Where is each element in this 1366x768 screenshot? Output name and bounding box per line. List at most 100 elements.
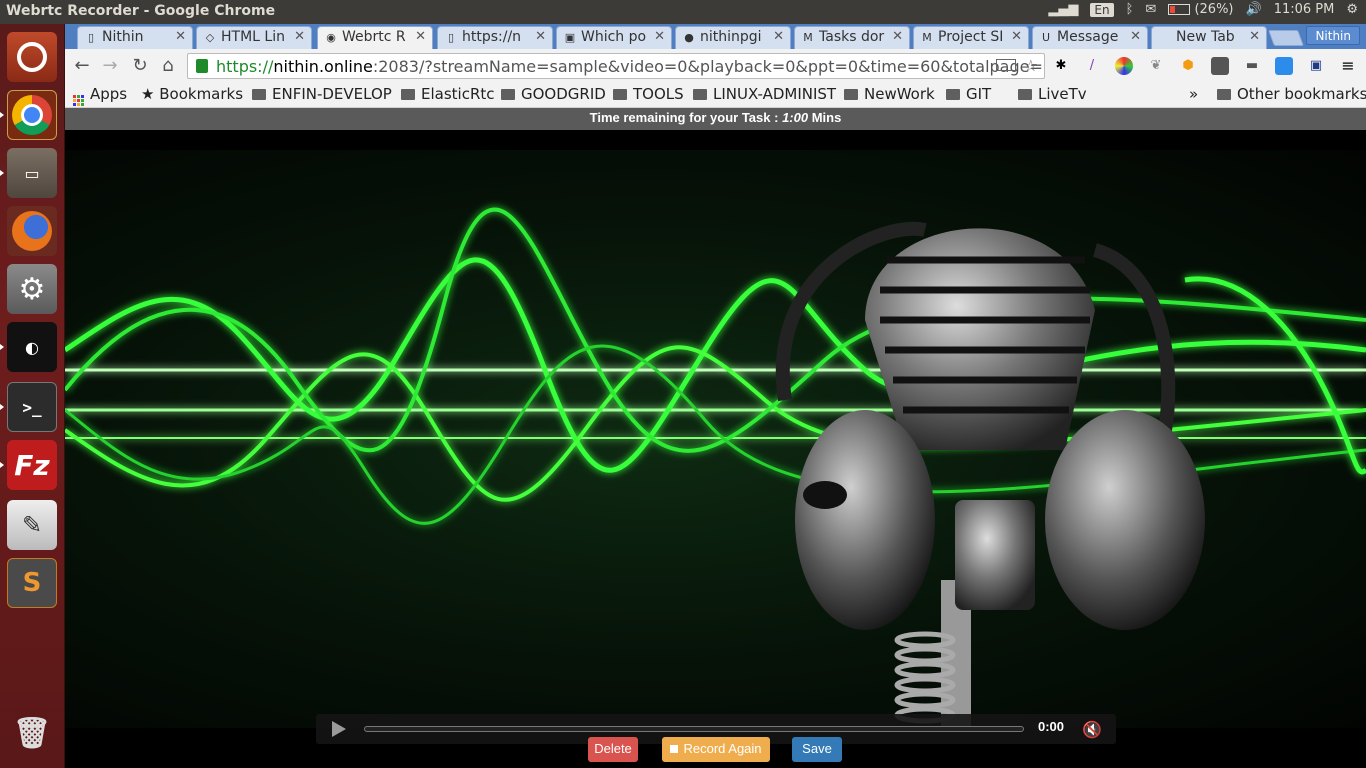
upwork-icon: U xyxy=(1041,31,1051,44)
tab[interactable]: ● nithinpgi ✕ xyxy=(675,26,791,49)
leaf-extension-icon[interactable]: ❦ xyxy=(1147,57,1165,75)
chrome-icon[interactable] xyxy=(7,90,57,140)
monitor-extension-icon[interactable]: ▬ xyxy=(1243,57,1261,75)
seek-bar[interactable] xyxy=(364,726,1024,732)
sublime-icon[interactable]: S xyxy=(7,558,57,608)
new-tab-button[interactable] xyxy=(1268,30,1304,46)
folder-icon xyxy=(1018,89,1032,100)
tab-label: nithinpgi xyxy=(700,29,762,45)
delete-button[interactable]: Delete xyxy=(588,737,638,762)
close-tab-icon[interactable]: ✕ xyxy=(175,29,186,44)
tab[interactable]: M Tasks dor ✕ xyxy=(794,26,910,49)
url-path: :2083/?streamName=sample&video=0&playbac… xyxy=(372,57,1045,76)
tab[interactable]: New Tab ✕ xyxy=(1151,26,1267,49)
bookmark-label: Other bookmarks xyxy=(1237,85,1366,103)
record-again-label: Record Again xyxy=(683,741,762,756)
running-indicator xyxy=(0,344,4,350)
bookmark-folder[interactable]: NewWork xyxy=(844,85,935,103)
dark-extension-icon[interactable] xyxy=(1211,57,1229,75)
mute-icon[interactable]: 🔇 xyxy=(1082,720,1102,739)
volume-icon[interactable]: 🔊 xyxy=(1246,2,1262,17)
bookmark-star-icon[interactable]: ☆ xyxy=(1024,56,1038,75)
terminal-icon[interactable]: >_ xyxy=(7,382,57,432)
gallery-extension-icon[interactable]: ▣ xyxy=(1307,57,1325,75)
clock[interactable]: 11:06 PM xyxy=(1274,2,1335,17)
close-tab-icon[interactable]: ✕ xyxy=(654,29,665,44)
keyboard-language[interactable]: En xyxy=(1090,2,1114,17)
battery-icon xyxy=(1168,4,1191,15)
home-icon[interactable]: ⌂ xyxy=(157,55,179,77)
bookmark-folder[interactable]: GOODGRID xyxy=(501,85,606,103)
close-tab-icon[interactable]: ✕ xyxy=(892,29,903,44)
bookmark-apps[interactable]: Apps xyxy=(73,85,127,106)
bookmark-folder[interactable]: LINUX-ADMINIST xyxy=(693,85,836,103)
color-picker-extension-icon[interactable] xyxy=(1115,57,1133,75)
address-bar[interactable]: https://nithin.online:2083/?streamName=s… xyxy=(187,53,1045,79)
bookmark-other[interactable]: Other bookmarks xyxy=(1217,85,1366,103)
system-tray: ▂▄▆ En ᛒ ✉ (26%) 🔊 11:06 PM ⚙ xyxy=(1048,2,1358,17)
tab-label: Webrtc R xyxy=(342,29,406,45)
files-icon[interactable]: ▭ xyxy=(7,148,57,198)
close-tab-icon[interactable]: ✕ xyxy=(294,29,305,44)
messenger-extension-icon[interactable] xyxy=(1275,57,1293,75)
play-icon[interactable] xyxy=(332,721,346,737)
cf-icon: ▣ xyxy=(564,31,576,44)
tab-label: Tasks dor xyxy=(819,29,885,45)
running-indicator xyxy=(0,170,4,176)
camera-icon[interactable] xyxy=(996,59,1016,71)
inkscape-icon[interactable]: ◐ xyxy=(7,322,57,372)
url-scheme: https:// xyxy=(216,57,274,76)
bookmark-folder[interactable]: TOOLS xyxy=(613,85,684,103)
bookmark-label: NewWork xyxy=(864,85,935,103)
tab[interactable]: ◉ Webrtc R ✕ xyxy=(317,26,433,49)
tab[interactable]: ▯ https://n ✕ xyxy=(437,26,553,49)
bluetooth-icon[interactable]: ᛒ xyxy=(1126,2,1134,17)
current-time: 0:00 xyxy=(1038,719,1065,734)
close-tab-icon[interactable]: ✕ xyxy=(535,29,546,44)
bookmark-label: GIT xyxy=(966,85,992,103)
battery-indicator[interactable]: (26%) xyxy=(1168,2,1234,17)
close-tab-icon[interactable]: ✕ xyxy=(1011,29,1022,44)
reload-icon[interactable]: ↻ xyxy=(129,55,151,77)
webrtc-icon: ◉ xyxy=(326,31,336,44)
firefox-icon[interactable] xyxy=(7,206,57,256)
honey-extension-icon[interactable]: ⬢ xyxy=(1179,57,1197,75)
bookmarks-overflow-button[interactable]: » xyxy=(1189,85,1198,103)
save-button[interactable]: Save xyxy=(792,737,842,762)
gear-icon[interactable]: ⚙ xyxy=(1346,2,1358,17)
bookmark-bookmarks[interactable]: ★ Bookmarks xyxy=(141,85,243,103)
signal-icon[interactable]: ▂▄▆ xyxy=(1048,2,1078,17)
settings-icon[interactable]: ⚙ xyxy=(7,264,57,314)
back-icon[interactable]: ← xyxy=(71,55,93,77)
bookmark-folder[interactable]: LiveTv xyxy=(1018,85,1087,103)
lock-icon xyxy=(196,59,208,73)
video-poster[interactable] xyxy=(65,150,1366,728)
tab[interactable]: M Project SI ✕ xyxy=(913,26,1029,49)
bookmark-label: LINUX-ADMINIST xyxy=(713,85,837,103)
text-editor-icon[interactable]: ✎ xyxy=(7,500,57,550)
record-again-button[interactable]: Record Again xyxy=(662,737,770,762)
bookmark-folder[interactable]: ElasticRtc xyxy=(401,85,495,103)
trash-icon[interactable]: 🗑 xyxy=(7,708,57,758)
sound-wave-microphone-artwork xyxy=(65,207,1366,728)
forward-icon[interactable]: → xyxy=(99,55,121,77)
close-tab-icon[interactable]: ✕ xyxy=(773,29,784,44)
timer-unit: Mins xyxy=(808,110,842,125)
tab[interactable]: ▯ Nithin ✕ xyxy=(77,26,193,49)
tab[interactable]: ▣ Which po ✕ xyxy=(556,26,672,49)
bookmark-label: GOODGRID xyxy=(521,85,606,103)
feather-extension-icon[interactable]: / xyxy=(1083,57,1101,75)
close-tab-icon[interactable]: ✕ xyxy=(1249,29,1260,44)
bookmark-folder[interactable]: ENFIN-DEVELOP xyxy=(252,85,392,103)
bookmark-folder[interactable]: GIT xyxy=(946,85,991,103)
mail-icon[interactable]: ✉ xyxy=(1145,2,1156,17)
close-tab-icon[interactable]: ✕ xyxy=(415,29,426,44)
filezilla-icon[interactable]: Fz xyxy=(7,440,57,490)
close-tab-icon[interactable]: ✕ xyxy=(1130,29,1141,44)
tab[interactable]: ◇ HTML Lin ✕ xyxy=(196,26,312,49)
ubuntu-dash-icon[interactable] xyxy=(7,32,57,82)
menu-icon[interactable]: ≡ xyxy=(1339,57,1357,75)
bug-extension-icon[interactable]: ✱ xyxy=(1052,57,1070,75)
profile-button[interactable]: Nithin xyxy=(1306,26,1360,45)
tab[interactable]: U Message ✕ xyxy=(1032,26,1148,49)
